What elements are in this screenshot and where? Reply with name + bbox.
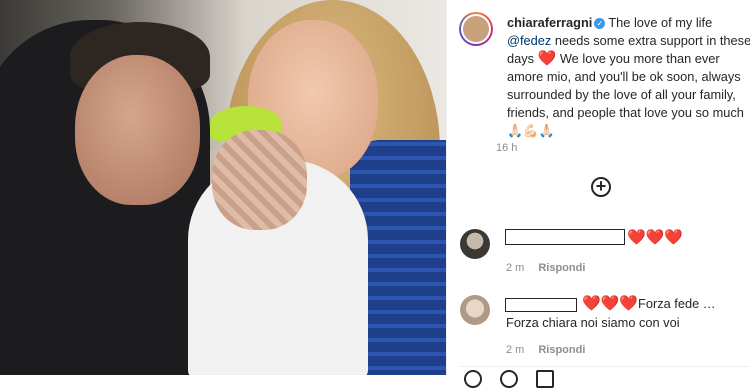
post-photo[interactable] [0,0,446,375]
caption-emojis: 🙏🏻💪🏻🙏🏻 [507,123,555,138]
comment-hearts: ❤️❤️❤️ [582,295,639,312]
comment-icon[interactable] [500,370,518,388]
photo-man-face [75,55,200,205]
photo-child-blurred-face [212,130,307,230]
action-bar [460,366,750,388]
verified-badge-icon: ✓ [594,18,606,29]
mention-link[interactable]: @fedez [507,33,551,48]
caption-text: chiaraferragni ✓ The love of my life @fede… [507,14,750,140]
reply-button[interactable]: Rispondi [538,344,585,356]
comment-meta: 2 m Rispondi [506,262,585,274]
comment-text: ❤️❤️❤️Forza fede … Forza chiara noi siam… [506,294,748,332]
author-username[interactable]: chiaraferragni [507,15,592,30]
share-icon[interactable] [536,370,554,388]
reply-button[interactable]: Rispondi [538,262,585,274]
commenter-avatar[interactable] [460,295,490,325]
comment-time: 2 m [506,262,525,274]
author-avatar[interactable] [459,12,493,46]
comment-meta: 2 m Rispondi [506,344,585,356]
commenter-avatar[interactable] [460,229,490,259]
caption-heart-emoji: ❤️ [537,50,557,67]
comment-hearts: ❤️❤️❤️ [627,229,684,246]
heart-icon[interactable] [464,370,482,388]
caption-part: The love of my life [608,15,713,30]
redacted-username [505,229,625,245]
post-timestamp: 16 h [496,142,518,154]
comment-time: 2 m [506,344,525,356]
plus-circle-icon[interactable]: + [591,177,611,197]
